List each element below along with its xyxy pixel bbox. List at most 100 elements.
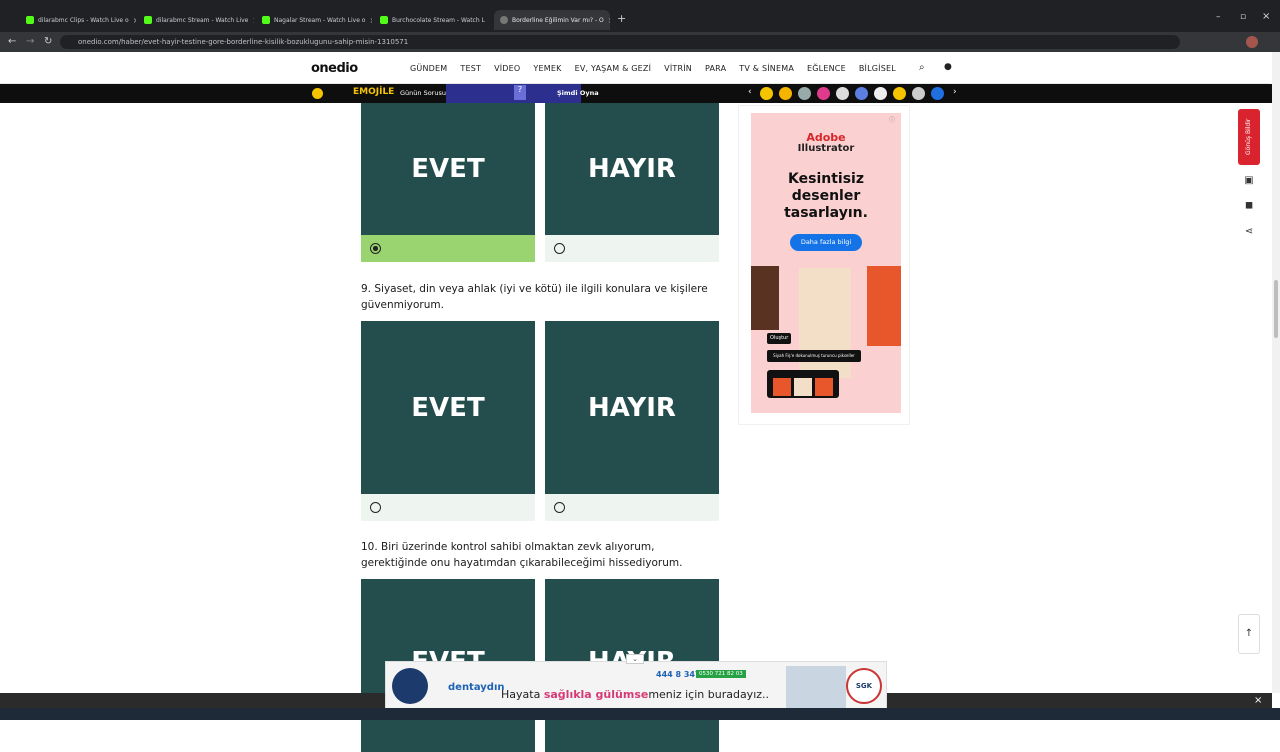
- nav-vitrin[interactable]: VİTRİN: [664, 64, 692, 73]
- ad-cta-button[interactable]: Daha fazla bilgi: [790, 234, 862, 251]
- maximize-icon[interactable]: ▫: [1240, 12, 1246, 22]
- chevron-left-icon[interactable]: ‹: [748, 87, 752, 97]
- search-icon[interactable]: ⌕: [919, 62, 925, 73]
- tab-label: dilarabmc Stream - Watch Live: [156, 16, 249, 24]
- main-nav: GÜNDEM TEST VİDEO YEMEK EV, YAŞAM & GEZİ…: [410, 64, 896, 73]
- report-button[interactable]: Gönüş Bildir: [1238, 109, 1260, 165]
- chevron-down-icon[interactable]: ⌄: [626, 654, 644, 664]
- scroll-to-top-button[interactable]: ↑: [1238, 614, 1260, 654]
- answer-card-no[interactable]: HAYIR: [545, 321, 719, 521]
- ad-tagline: Hayata sağlıkla gülümsemeniz için burada…: [501, 688, 769, 701]
- answer-card-no[interactable]: HAYIR: [545, 103, 719, 262]
- close-icon[interactable]: ×: [608, 16, 610, 25]
- answer-card-yes[interactable]: EVET: [361, 321, 535, 521]
- emoji-row: [760, 87, 944, 100]
- daily-question-label[interactable]: Günün Sorusu: [400, 89, 446, 97]
- nav-gundem[interactable]: GÜNDEM: [410, 64, 447, 73]
- ad-headline: Kesintisiz desenler tasarlayın.: [784, 171, 868, 221]
- ad-family-photo: [786, 666, 846, 708]
- ad-brand: dentaydın: [448, 682, 505, 693]
- back-icon[interactable]: ←: [8, 36, 16, 47]
- radio-empty-icon[interactable]: [554, 243, 565, 254]
- os-taskbar: [0, 708, 1280, 720]
- ad-whatsapp: 0530 721 82 03: [696, 670, 746, 678]
- kick-icon: [26, 16, 34, 24]
- browser-tab[interactable]: dilarabmc Clips - Watch Live o ×: [20, 10, 136, 30]
- emoji-icon[interactable]: [760, 87, 773, 100]
- user-icon[interactable]: ●: [944, 62, 952, 72]
- chevron-right-icon[interactable]: ›: [953, 87, 957, 97]
- emoji-icon[interactable]: [893, 87, 906, 100]
- nav-ev-yasam[interactable]: EV, YAŞAM & GEZİ: [575, 64, 652, 73]
- minimize-icon[interactable]: –: [1216, 12, 1221, 22]
- tagline-prefix: Hayata: [501, 688, 544, 701]
- sgk-badge: SGK: [846, 668, 882, 704]
- tagline-suffix: meniz için buradayız..: [648, 688, 770, 701]
- question-9-text: 9. Siyaset, din veya ahlak (iyi ve kötü)…: [361, 283, 708, 311]
- share-icon[interactable]: ⋖: [1243, 226, 1255, 238]
- radio-row[interactable]: [361, 235, 535, 262]
- nav-eglence[interactable]: EĞLENCE: [807, 64, 846, 73]
- emoji-icon[interactable]: [874, 87, 887, 100]
- close-icon[interactable]: ×: [252, 16, 254, 25]
- nav-test[interactable]: TEST: [460, 64, 481, 73]
- kick-icon: [144, 16, 152, 24]
- ad-chip-create: Oluştur: [767, 333, 792, 344]
- ad-swatch-panel: [767, 370, 839, 398]
- emoji-icon[interactable]: [912, 87, 925, 100]
- answer-card-yes[interactable]: EVET: [361, 103, 535, 262]
- radio-selected-icon[interactable]: [370, 243, 381, 254]
- browser-tab[interactable]: Burchocolate Stream - Watch L ×: [374, 10, 490, 30]
- forward-icon[interactable]: →: [26, 36, 34, 47]
- nav-tv-sinema[interactable]: TV & SİNEMA: [739, 64, 794, 73]
- answer-image: HAYIR: [545, 321, 719, 494]
- radio-row[interactable]: [545, 235, 719, 262]
- play-now-button[interactable]: Şimdi Oyna: [557, 89, 599, 97]
- profile-avatar[interactable]: [1246, 36, 1258, 48]
- game-bar: EMOJİLE Günün Sorusu ? Şimdi Oyna ‹ ›: [0, 84, 1272, 103]
- browser-tab[interactable]: dilarabmc Stream - Watch Live×: [138, 10, 254, 30]
- tab-label: Burchocolate Stream - Watch L: [392, 16, 485, 24]
- dentaydin-ad[interactable]: dentaydın Hayata sağlıkla gülümsemeniz i…: [385, 654, 887, 711]
- nav-para[interactable]: PARA: [705, 64, 726, 73]
- bookmark-icon[interactable]: ▣: [1243, 175, 1255, 187]
- tab-label: Nagalar Stream - Watch Live o: [274, 16, 366, 24]
- ad-info-icon[interactable]: ⓘ: [889, 115, 895, 124]
- close-icon[interactable]: ×: [369, 16, 372, 25]
- nav-yemek[interactable]: YEMEK: [533, 64, 561, 73]
- emoji-icon[interactable]: [798, 87, 811, 100]
- ad-brand-line2: Illustrator: [797, 143, 855, 154]
- site-logo[interactable]: onedio: [311, 61, 358, 76]
- nav-bilgisel[interactable]: BİLGİSEL: [859, 64, 896, 73]
- comment-icon[interactable]: ◼: [1243, 200, 1255, 212]
- nav-video[interactable]: VİDEO: [494, 64, 520, 73]
- browser-tab-active[interactable]: Borderline Eğilimin Var mı? - O ×: [494, 10, 610, 30]
- new-tab-icon[interactable]: +: [617, 12, 626, 25]
- close-icon[interactable]: ×: [489, 16, 490, 25]
- tab-label: Borderline Eğilimin Var mı? - O: [512, 16, 604, 24]
- radio-empty-icon[interactable]: [554, 502, 565, 513]
- close-icon[interactable]: ×: [133, 16, 136, 25]
- reload-icon[interactable]: ↻: [44, 36, 52, 47]
- answer-image: EVET: [361, 103, 535, 235]
- radio-empty-icon[interactable]: [370, 502, 381, 513]
- question-10-text: 10. Biri üzerinde kontrol sahibi olmakta…: [361, 541, 683, 569]
- radio-row[interactable]: [545, 494, 719, 521]
- emoji-icon[interactable]: [817, 87, 830, 100]
- game-brand[interactable]: EMOJİLE: [353, 87, 394, 97]
- emoji-icon[interactable]: [855, 87, 868, 100]
- browser-tab[interactable]: Nagalar Stream - Watch Live o×: [256, 10, 372, 30]
- radio-row[interactable]: [361, 494, 535, 521]
- smile-icon: [312, 88, 323, 99]
- emoji-icon[interactable]: [931, 87, 944, 100]
- emoji-icon[interactable]: [836, 87, 849, 100]
- scrollbar-thumb[interactable]: [1274, 280, 1278, 338]
- browser-tab-strip: dilarabmc Clips - Watch Live o × dilarabm…: [0, 0, 1280, 32]
- ad-chocolate-image: [751, 266, 779, 330]
- adobe-ad[interactable]: Adobe Illustrator Kesintisiz desenler ta…: [751, 113, 901, 413]
- scrollbar[interactable]: [1272, 52, 1280, 693]
- emoji-icon[interactable]: [779, 87, 792, 100]
- url-input[interactable]: onedio.com/haber/evet-hayir-testine-gore…: [60, 35, 1180, 49]
- window-close-icon[interactable]: ×: [1262, 11, 1270, 22]
- close-ad-icon[interactable]: ×: [1254, 695, 1262, 706]
